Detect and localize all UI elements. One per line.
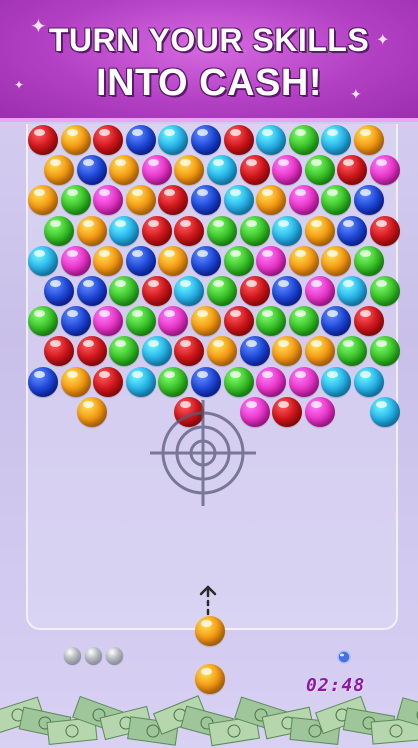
bubble [304, 336, 335, 367]
bubble [207, 276, 237, 306]
bubble [93, 245, 124, 276]
bubble [191, 245, 221, 276]
bubble [109, 276, 140, 306]
bubble [207, 155, 237, 186]
game-timer: 02:48 [306, 675, 366, 696]
bubble [370, 215, 400, 246]
bubble [256, 125, 287, 155]
life-ball-icon [64, 647, 81, 664]
bubble [191, 125, 221, 155]
bubble [288, 306, 319, 337]
bubble [76, 155, 107, 186]
bubble [60, 306, 91, 337]
bubble [354, 366, 384, 397]
bubble [125, 366, 156, 397]
bubble [60, 245, 91, 276]
bubble [191, 366, 221, 397]
lives-indicator [64, 647, 123, 664]
bubble [141, 336, 172, 367]
bubble [239, 215, 270, 246]
bubble [125, 306, 156, 337]
bubble [370, 276, 400, 306]
bubble [60, 125, 91, 155]
bubble [354, 125, 384, 155]
bubble [304, 276, 335, 306]
bubble [288, 245, 319, 276]
bubble [93, 125, 124, 155]
bubble [304, 215, 335, 246]
bubble [125, 245, 156, 276]
bubble [44, 155, 74, 186]
bubble [28, 245, 58, 276]
bubble [141, 276, 172, 306]
bubble [109, 215, 140, 246]
promo-banner: ✦ ✦ ✦ ✦ TURN YOUR SKILLS INTO CASH! [0, 0, 418, 122]
bubble [337, 215, 368, 246]
bubble [60, 366, 91, 397]
bubble [239, 276, 270, 306]
bubble [223, 185, 254, 216]
bubble [223, 245, 254, 276]
bubble [272, 276, 303, 306]
bubble [272, 215, 303, 246]
bubble [28, 306, 58, 337]
bubble [44, 276, 74, 306]
bubble [28, 125, 58, 155]
bubble [125, 125, 156, 155]
bubble [223, 125, 254, 155]
bomb-icon[interactable] [336, 648, 352, 664]
bubble [174, 215, 205, 246]
banner-headline-line-1: TURN YOUR SKILLS [48, 22, 370, 58]
cash-pile-decoration [0, 695, 418, 747]
bubble [239, 155, 270, 186]
bubble [60, 185, 91, 216]
bubble [207, 215, 237, 246]
banner-headline-line-2: INTO CASH! [96, 62, 322, 104]
bubble [141, 215, 172, 246]
bubble [256, 366, 287, 397]
bubble [191, 306, 221, 337]
bubble [288, 366, 319, 397]
bubble [370, 155, 400, 186]
bubble [321, 245, 352, 276]
bubble [370, 396, 400, 427]
bubble [304, 155, 335, 186]
bubble [288, 125, 319, 155]
bubble [44, 215, 74, 246]
bubble [76, 276, 107, 306]
bubble [288, 185, 319, 216]
bubble [28, 366, 58, 397]
bubble [256, 245, 287, 276]
bubble [223, 366, 254, 397]
life-ball-icon [85, 647, 102, 664]
bubble [158, 245, 189, 276]
bubble [158, 366, 189, 397]
bubble [354, 306, 384, 337]
life-ball-icon [106, 647, 123, 664]
crosshair-icon [150, 400, 256, 506]
bubble [239, 336, 270, 367]
bubble [304, 396, 335, 427]
bubble [321, 366, 352, 397]
bubble [76, 336, 107, 367]
current-shot-bubble[interactable] [195, 616, 225, 646]
aim-arrow-icon [199, 585, 217, 616]
bubble [272, 396, 303, 427]
bubble [93, 366, 124, 397]
bubble [141, 155, 172, 186]
bubble [223, 306, 254, 337]
bubble [125, 185, 156, 216]
bubble [354, 245, 384, 276]
bubble [76, 215, 107, 246]
bubble [76, 396, 107, 427]
next-shot-bubble[interactable] [195, 664, 225, 694]
